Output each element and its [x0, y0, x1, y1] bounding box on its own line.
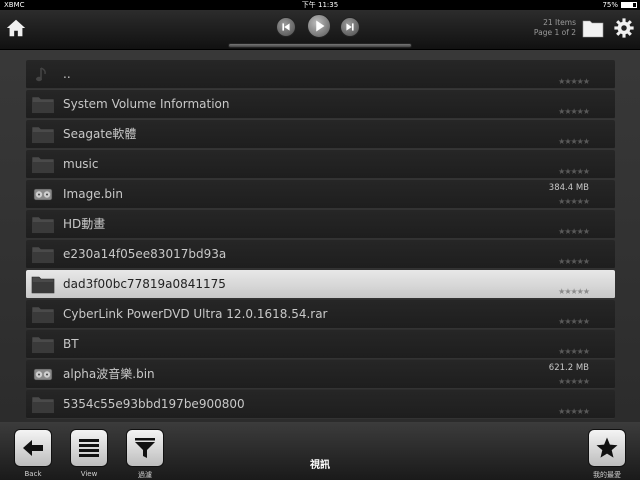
file-name: alpha波音樂.bin: [63, 367, 155, 381]
previous-track-icon: [282, 23, 290, 31]
page-info: 21 Items Page 1 of 2: [496, 18, 576, 38]
folder-icon: [31, 335, 55, 354]
rating-stars: ★★★★★: [558, 317, 590, 326]
music-note-icon: [31, 65, 55, 84]
file-name: Seagate軟體: [63, 127, 137, 141]
folder-icon: [31, 215, 55, 234]
film-reel-icon: [31, 185, 55, 204]
folder-icon: [31, 95, 55, 114]
file-size: 384.4 MB: [548, 183, 589, 193]
rating-stars: ★★★★★: [558, 347, 590, 356]
back-label: Back: [24, 470, 42, 478]
rating-stars: ★★★★★: [558, 107, 590, 116]
rating-stars: ★★★★★: [558, 167, 590, 176]
file-row[interactable]: System Volume Information ★★★★★: [26, 90, 615, 119]
play-icon: [316, 20, 325, 32]
file-name: CyberLink PowerDVD Ultra 12.0.1618.54.ra…: [63, 307, 328, 321]
file-name: System Volume Information: [63, 97, 230, 111]
file-size: 621.2 MB: [548, 363, 589, 373]
file-list[interactable]: .. ★★★★★ System Volume Information ★★★★★ Sea…: [26, 60, 615, 420]
file-name: BT: [63, 337, 79, 351]
previous-track-button[interactable]: [276, 17, 296, 37]
gear-icon: [614, 18, 634, 38]
next-track-icon: [346, 23, 354, 31]
play-button[interactable]: [307, 14, 331, 38]
favorites-label: 我的最愛: [593, 471, 621, 479]
view-label: View: [80, 470, 98, 478]
bottom-toolbar: Back View 過濾 視訊 我的最愛: [0, 422, 640, 480]
playback-progress-bar[interactable]: [228, 43, 412, 48]
xbmc-remote-screen: XBMC 下午 11:35 75% 21 Items Page 1 of 2 .…: [0, 0, 640, 480]
file-row[interactable]: .. ★★★★★: [26, 60, 615, 89]
rating-stars: ★★★★★: [558, 197, 590, 206]
file-name: music: [63, 157, 99, 171]
file-row[interactable]: Seagate軟體 ★★★★★: [26, 120, 615, 149]
settings-button[interactable]: [613, 17, 635, 39]
rating-stars: ★★★★★: [558, 137, 590, 146]
rating-stars: ★★★★★: [558, 257, 590, 266]
file-name: dad3f00bc77819a0841175: [63, 277, 226, 291]
transport-controls: [276, 14, 362, 40]
folder-icon: [31, 395, 55, 414]
status-clock: 下午 11:35: [301, 1, 339, 9]
battery-icon: [621, 2, 637, 8]
rating-stars: ★★★★★: [558, 407, 590, 416]
film-reel-icon: [31, 365, 55, 384]
file-name: 5354c55e93bbd197be900800: [63, 397, 245, 411]
rating-stars: ★★★★★: [558, 227, 590, 236]
file-row[interactable]: dad3f00bc77819a0841175 ★★★★★: [26, 270, 615, 299]
favorites-button[interactable]: [588, 429, 626, 467]
folder-icon: [582, 20, 604, 38]
file-row[interactable]: e230a14f05ee83017bd93a ★★★★★: [26, 240, 615, 269]
battery-fill: [622, 3, 633, 7]
file-row[interactable]: Image.bin 384.4 MB ★★★★★: [26, 180, 615, 209]
next-track-button[interactable]: [340, 17, 360, 37]
folder-button[interactable]: [582, 18, 604, 38]
file-row[interactable]: 5354c55e93bbd197be900800 ★★★★★: [26, 390, 615, 419]
file-row[interactable]: alpha波音樂.bin 621.2 MB ★★★★★: [26, 360, 615, 389]
rating-stars: ★★★★★: [558, 377, 590, 386]
section-title: 視訊: [310, 460, 330, 471]
home-icon[interactable]: [5, 17, 27, 39]
rating-stars: ★★★★★: [558, 287, 590, 296]
top-toolbar: 21 Items Page 1 of 2: [0, 10, 640, 50]
file-row[interactable]: CyberLink PowerDVD Ultra 12.0.1618.54.ra…: [26, 300, 615, 329]
folder-icon: [31, 245, 55, 264]
file-row[interactable]: BT ★★★★★: [26, 330, 615, 359]
items-count: 21 Items: [543, 18, 576, 27]
folder-icon: [31, 305, 55, 324]
file-name: Image.bin: [63, 187, 123, 201]
folder-icon: [31, 125, 55, 144]
file-row[interactable]: music ★★★★★: [26, 150, 615, 179]
filter-label: 過濾: [138, 471, 152, 479]
folder-icon: [31, 275, 55, 294]
file-name: e230a14f05ee83017bd93a: [63, 247, 227, 261]
star-icon: [596, 437, 618, 458]
file-name: HD動畫: [63, 217, 106, 231]
rating-stars: ★★★★★: [558, 77, 590, 86]
file-row[interactable]: HD動畫 ★★★★★: [26, 210, 615, 239]
battery-percent: 75%: [602, 1, 618, 9]
status-bar: XBMC 下午 11:35 75%: [0, 0, 640, 10]
file-name: ..: [63, 67, 71, 81]
folder-icon: [31, 155, 55, 174]
page-indicator: Page 1 of 2: [533, 28, 576, 37]
